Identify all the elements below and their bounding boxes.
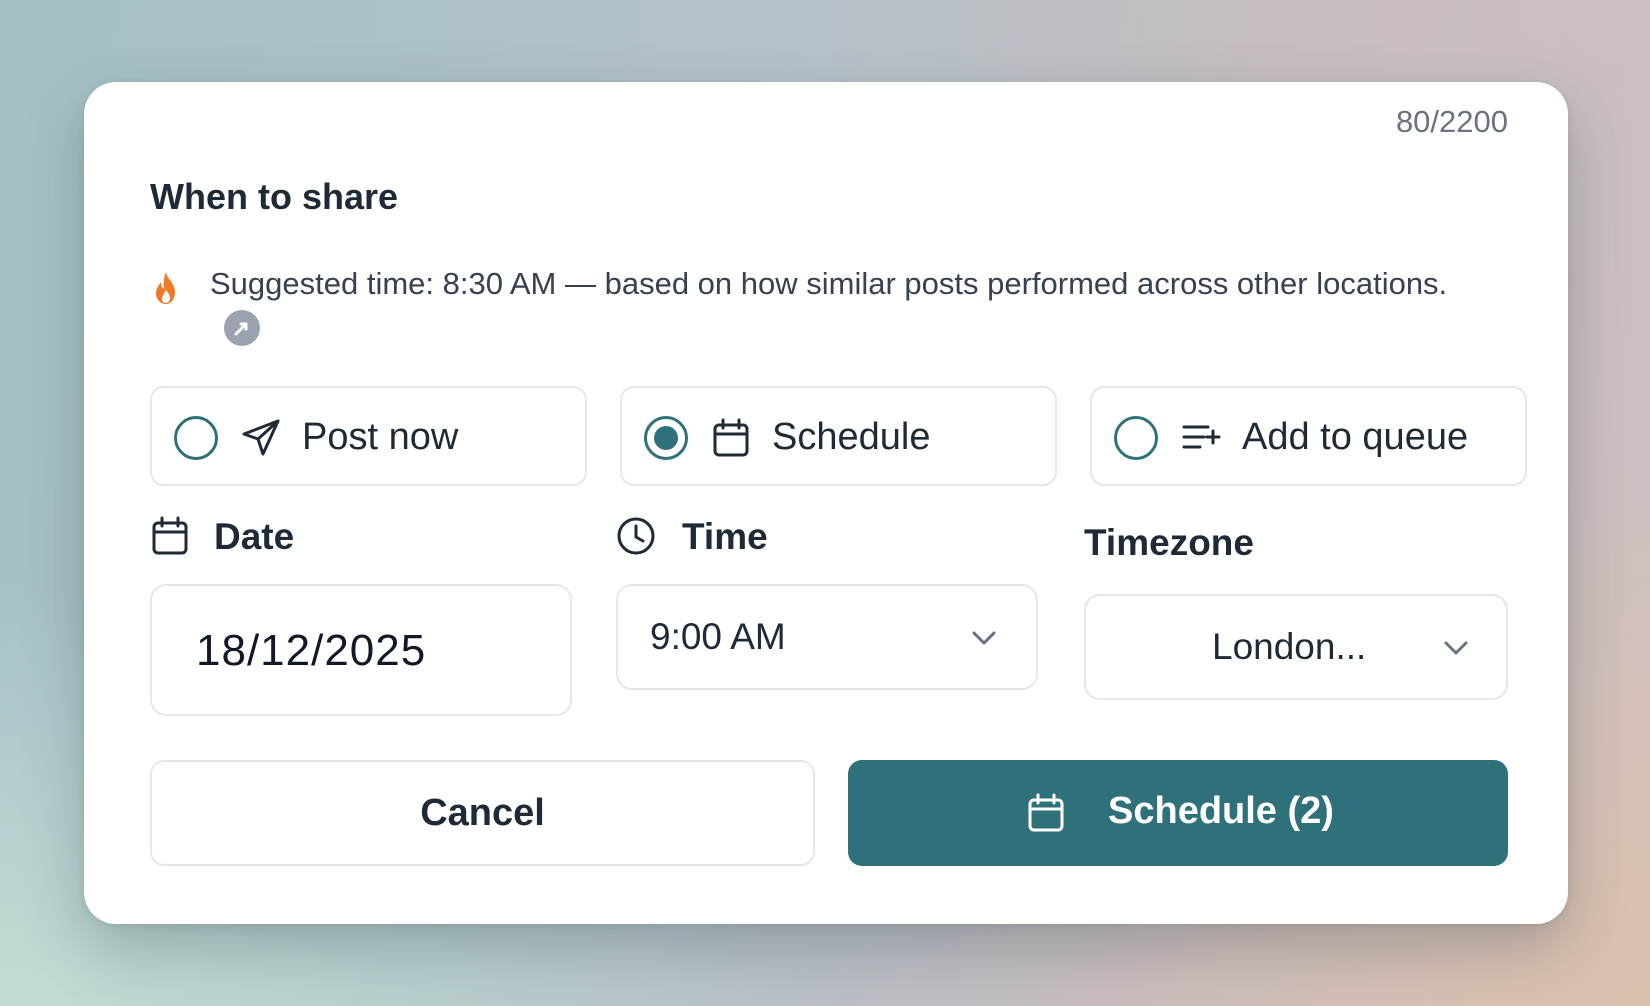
schedule-button[interactable]: Schedule (2) [848, 760, 1508, 866]
cancel-button-label: Cancel [420, 792, 545, 834]
post-now-radio[interactable] [174, 416, 218, 460]
chevron-down-icon [1444, 641, 1468, 655]
date-input[interactable]: 18/12/2025 [150, 584, 572, 716]
fire-icon [156, 272, 175, 304]
suggested-time-text: Suggested time: 8:30 AM — based on how s… [210, 266, 1448, 301]
cancel-button[interactable]: Cancel [150, 760, 815, 866]
send-icon [242, 419, 280, 456]
option-add-to-queue[interactable]: Add to queue [1090, 386, 1527, 486]
option-schedule[interactable]: Schedule [620, 386, 1057, 486]
calendar-icon [713, 418, 749, 457]
timezone-value: London... [1212, 626, 1367, 667]
timezone-label: Timezone [1084, 522, 1254, 563]
option-post-now[interactable]: Post now [150, 386, 587, 486]
help-icon[interactable] [224, 310, 260, 346]
calendar-icon [1028, 793, 1064, 832]
section-title: When to share [150, 176, 399, 217]
post-now-label: Post now [302, 416, 459, 458]
queue-add-icon [1182, 425, 1221, 449]
add-to-queue-label: Add to queue [1242, 416, 1469, 458]
add-to-queue-radio[interactable] [1114, 416, 1158, 460]
time-value: 9:00 AM [650, 616, 786, 657]
timezone-select[interactable]: London... [1084, 594, 1508, 700]
schedule-radio[interactable] [644, 416, 688, 460]
clock-icon [617, 517, 655, 555]
chevron-down-icon [972, 631, 996, 645]
calendar-icon [152, 516, 188, 555]
date-label: Date [214, 516, 295, 557]
time-select[interactable]: 9:00 AM [616, 584, 1038, 690]
character-count: 80/2200 [1395, 104, 1508, 139]
schedule-label: Schedule [772, 416, 931, 458]
schedule-dialog: 80/2200 When to share Suggested time: 8:… [84, 82, 1568, 924]
date-value: 18/12/2025 [196, 626, 427, 675]
schedule-button-label: Schedule (2) [1108, 790, 1334, 832]
time-label: Time [682, 516, 768, 557]
